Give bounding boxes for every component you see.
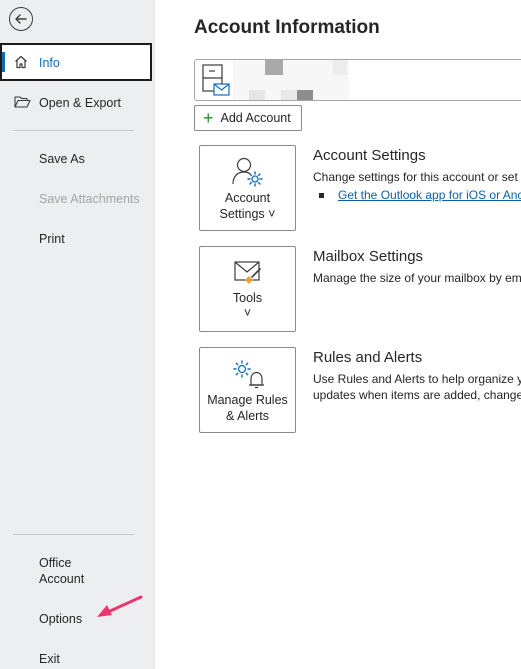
redacted-pixel: [281, 90, 297, 100]
redacted-pixel: [265, 60, 283, 75]
sidebar-item-exit[interactable]: Exit: [0, 645, 154, 669]
sidebar-item-label-line1: Office: [39, 556, 72, 570]
tile-label-line2: & Alerts: [225, 409, 270, 423]
sidebar-item-label: Exit: [39, 652, 60, 666]
selection-indicator: [2, 52, 5, 72]
main-content: Account Information + Add Account Accoun…: [155, 0, 521, 669]
account-settings-button[interactable]: Account Settings ˅: [199, 145, 296, 231]
sidebar-divider: [13, 130, 134, 131]
section-title: Rules and Alerts: [313, 349, 423, 366]
sidebar-item-label: Save As: [39, 152, 85, 166]
outlook-mobile-link[interactable]: Get the Outlook app for iOS or Anc: [338, 187, 521, 203]
section-title: Mailbox Settings: [313, 248, 424, 265]
section-description: Change settings for this account or set …: [313, 170, 521, 184]
exchange-mailbox-icon: [202, 64, 230, 96]
sidebar-item-office-account[interactable]: Office Account: [0, 552, 154, 590]
plus-icon: +: [203, 108, 214, 128]
tile-label-line2: Settings ˅: [219, 207, 276, 221]
add-account-button[interactable]: + Add Account: [194, 105, 302, 131]
tile-label-line1: Manage Rules: [207, 393, 288, 407]
section-title: Account Settings: [313, 147, 426, 164]
tile-label-line2: ˅: [243, 306, 252, 320]
back-arrow-icon: [15, 14, 27, 24]
sidebar-item-label: Options: [39, 612, 83, 626]
sidebar-item-label: Open & Export: [39, 96, 121, 110]
sidebar-item-label: Print: [39, 232, 65, 246]
folder-open-icon: [14, 96, 31, 108]
person-gear-icon: [231, 157, 263, 187]
section-description-line1: Use Rules and Alerts to help organize yo: [313, 372, 521, 386]
tile-label-line1: Account: [224, 191, 271, 205]
sidebar-item-label-line2: Account: [39, 572, 85, 586]
tools-button[interactable]: Tools ˅: [199, 246, 296, 332]
sidebar-divider: [13, 534, 134, 535]
redacted-pixel: [297, 90, 313, 100]
home-icon: [15, 55, 27, 69]
gear-bell-icon: [232, 360, 264, 389]
account-selector[interactable]: [194, 59, 521, 101]
sidebar-item-print[interactable]: Print: [0, 226, 154, 252]
section-description-line2: updates when items are added, changec: [313, 388, 521, 402]
sidebar-item-open-export[interactable]: Open & Export: [0, 90, 154, 116]
tile-label-line1: Tools: [232, 291, 263, 305]
pink-arrow-icon: [97, 595, 143, 617]
add-account-label: Add Account: [220, 111, 291, 125]
sidebar-item-info[interactable]: Info: [0, 43, 152, 81]
manage-rules-alerts-button[interactable]: Manage Rules & Alerts: [199, 347, 296, 433]
bullet: [319, 193, 324, 198]
back-button[interactable]: [9, 7, 33, 31]
section-description: Manage the size of your mailbox by em: [313, 271, 521, 285]
sidebar-item-label: Info: [39, 56, 60, 70]
mail-brush-icon: [233, 261, 261, 284]
sidebar-item-save-as[interactable]: Save As: [0, 146, 154, 172]
redacted-pixel: [249, 90, 265, 100]
backstage-sidebar: Info Open & Export Save As Save Attachme…: [0, 0, 155, 669]
sidebar-item-save-attachments: Save Attachments: [0, 186, 154, 212]
sidebar-item-label: Save Attachments: [39, 192, 140, 206]
page-title: Account Information: [194, 17, 380, 38]
redacted-pixel: [333, 60, 347, 75]
